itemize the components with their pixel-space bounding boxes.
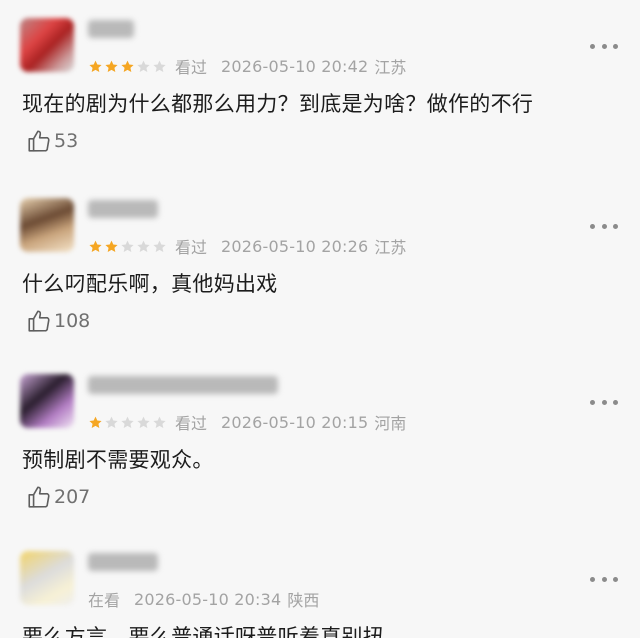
- username-blurred[interactable]: [88, 200, 158, 218]
- username-blurred[interactable]: [88, 20, 134, 38]
- avatar[interactable]: [20, 18, 74, 72]
- username-blurred[interactable]: [88, 553, 158, 571]
- location: 河南: [374, 414, 407, 433]
- star-icon: [121, 240, 134, 252]
- star-icon: [89, 60, 102, 72]
- location: 江苏: [374, 238, 407, 257]
- like-count: 53: [54, 130, 79, 152]
- star-icon: [89, 416, 102, 428]
- avatar[interactable]: [20, 198, 74, 252]
- more-dots-icon[interactable]: [590, 575, 618, 583]
- avatar[interactable]: [20, 374, 74, 428]
- timestamp: 2026-05-10 20:42: [221, 56, 369, 76]
- like-count: 207: [54, 486, 91, 508]
- like-button[interactable]: 108: [26, 308, 90, 334]
- comment-text: 预制剧不需要观众。: [22, 448, 214, 472]
- more-dots-icon[interactable]: [590, 222, 618, 230]
- thumbs-up-icon: [28, 130, 50, 152]
- like-count: 108: [54, 310, 91, 332]
- thumbs-up-icon: [28, 310, 50, 332]
- comment-feed: 看过 2026-05-10 20:42 江苏 现在的剧为什么都那么用力？到底是为…: [0, 0, 640, 638]
- watch-status: 看过: [175, 58, 208, 77]
- star-icon: [105, 416, 118, 428]
- star-icon: [121, 60, 134, 72]
- username-blurred[interactable]: [88, 376, 278, 394]
- like-button[interactable]: 53: [26, 128, 78, 154]
- avatar[interactable]: [20, 551, 74, 605]
- location: 陕西: [287, 591, 320, 610]
- comment-meta: 看过 2026-05-10 20:15 河南: [88, 410, 406, 434]
- watch-status: 看过: [175, 414, 208, 433]
- more-dots-icon[interactable]: [590, 42, 618, 50]
- location: 江苏: [374, 58, 407, 77]
- star-icon: [153, 240, 166, 252]
- comment-text: 要么方言，要么普通话呀普听着真别扭: [22, 625, 385, 638]
- star-icon: [153, 416, 166, 428]
- comment-meta: 在看 2026-05-10 20:34 陕西: [88, 587, 319, 611]
- watch-status: 看过: [175, 238, 208, 257]
- like-button[interactable]: 207: [26, 484, 90, 510]
- timestamp: 2026-05-10 20:15: [221, 412, 369, 432]
- star-icon: [137, 240, 150, 252]
- rating-stars: [88, 239, 167, 254]
- thumbs-up-icon: [28, 486, 50, 508]
- watch-status: 在看: [88, 591, 121, 610]
- comment-text: 什么叼配乐啊，真他妈出戏: [22, 272, 278, 296]
- star-icon: [89, 240, 102, 252]
- rating-stars: [88, 415, 167, 430]
- star-icon: [137, 60, 150, 72]
- comment-text: 现在的剧为什么都那么用力？到底是为啥？做作的不行: [22, 92, 534, 116]
- rating-stars: [88, 59, 167, 74]
- timestamp: 2026-05-10 20:26: [221, 236, 369, 256]
- timestamp: 2026-05-10 20:34: [134, 589, 282, 609]
- comment-meta: 看过 2026-05-10 20:26 江苏: [88, 234, 406, 258]
- star-icon: [153, 60, 166, 72]
- comment-meta: 看过 2026-05-10 20:42 江苏: [88, 54, 406, 78]
- more-dots-icon[interactable]: [590, 398, 618, 406]
- star-icon: [137, 416, 150, 428]
- star-icon: [105, 240, 118, 252]
- star-icon: [121, 416, 134, 428]
- star-icon: [105, 60, 118, 72]
